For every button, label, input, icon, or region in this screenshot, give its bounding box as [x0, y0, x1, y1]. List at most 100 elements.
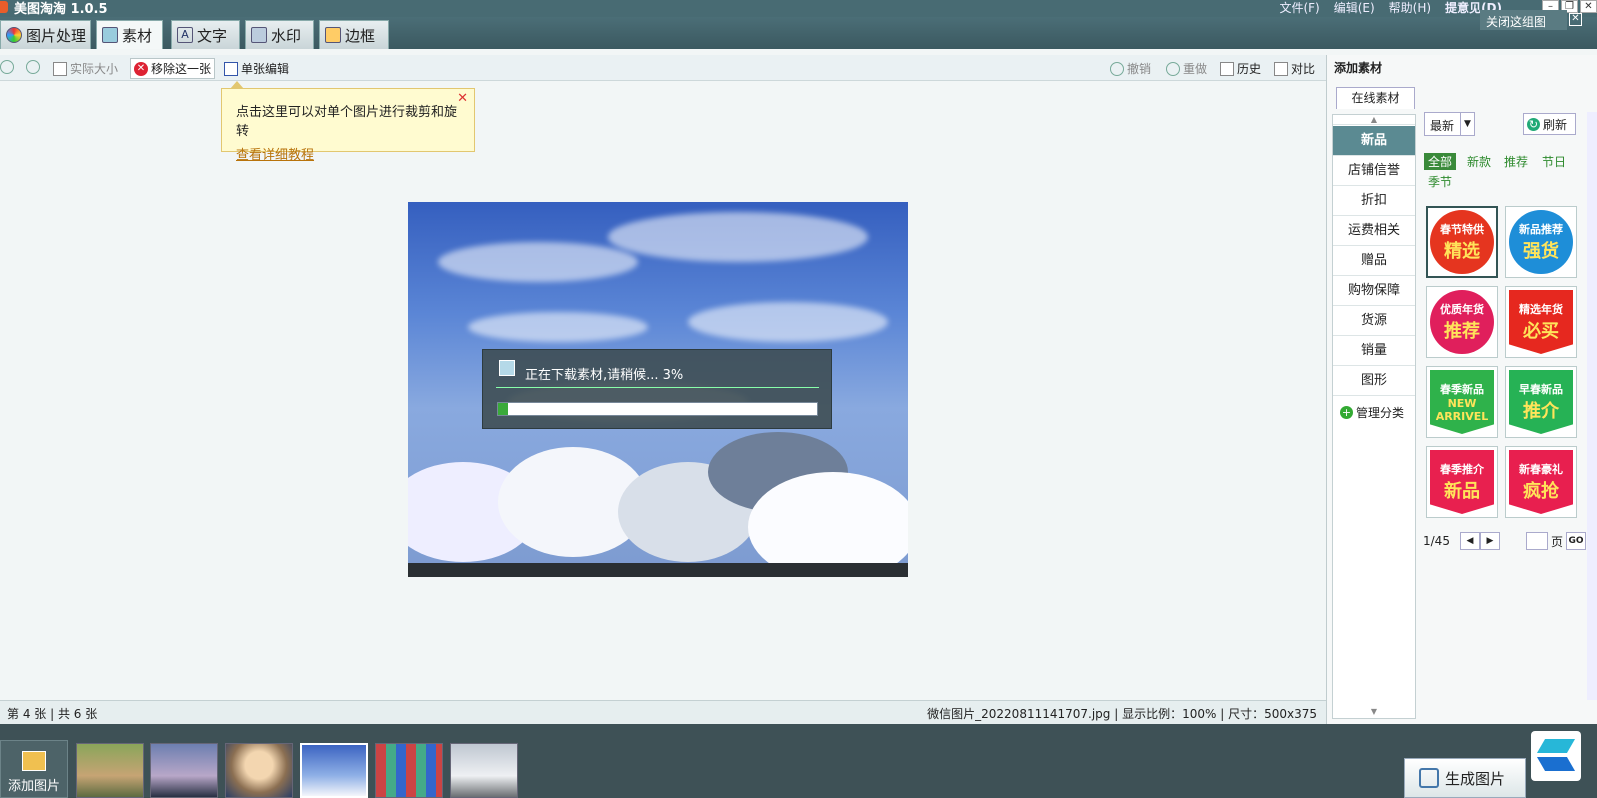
sticker-item[interactable]: 春季新品 NEW ARRIVEL — [1426, 366, 1498, 438]
thumbnail[interactable] — [450, 743, 518, 798]
generate-icon — [1419, 768, 1439, 788]
history-icon — [1220, 61, 1234, 76]
sticker-top-text: 新春豪礼 — [1519, 463, 1563, 476]
filter-recommend[interactable]: 推荐 — [1504, 153, 1528, 170]
sticker-item[interactable]: 优质年货 推荐 — [1426, 286, 1498, 358]
sticker-badge: 精选年货 必买 — [1509, 290, 1573, 354]
history-button[interactable]: 历史 — [1220, 60, 1261, 77]
tip-close-icon[interactable]: ✕ — [457, 91, 468, 106]
sticker-badge: 春季新品 NEW ARRIVEL — [1430, 370, 1494, 434]
download-icon — [499, 360, 515, 376]
mountain-ridge — [408, 563, 908, 577]
compare-button[interactable]: 对比 — [1274, 60, 1315, 77]
thumbnail[interactable] — [225, 743, 293, 798]
menu-edit[interactable]: 编辑(E) — [1334, 0, 1375, 16]
category-guarantee[interactable]: 购物保障 — [1333, 276, 1415, 306]
sticker-top-text: 春季新品 — [1440, 383, 1484, 396]
category-gift[interactable]: 赠品 — [1333, 246, 1415, 276]
sticker-item[interactable]: 早春新品 推介 — [1505, 366, 1577, 438]
refresh-button[interactable]: ↻ 刷新 — [1523, 113, 1576, 135]
sticker-top-text: 新品推荐 — [1519, 223, 1563, 236]
next-page-button[interactable]: ▶ — [1479, 532, 1500, 550]
sticker-top-text: 早春新品 — [1519, 383, 1563, 396]
sticker-item[interactable]: 新品推荐 强货 — [1505, 206, 1577, 278]
sticker-bottom-text: 疯抢 — [1523, 481, 1559, 502]
panel-scrollbar[interactable] — [1587, 112, 1597, 700]
tip-tutorial-link[interactable]: 查看详细教程 — [236, 144, 460, 163]
category-new[interactable]: 新品 — [1333, 126, 1415, 156]
download-status-text: 正在下载素材,请稍候... 3% — [525, 368, 684, 383]
redo-button[interactable]: 重做 — [1166, 60, 1207, 77]
tab-online-materials[interactable]: 在线素材 — [1336, 87, 1415, 109]
tab-image-processing[interactable]: 图片处理 — [0, 20, 91, 49]
sticker-bottom-text: 推介 — [1523, 401, 1559, 422]
scroll-down-icon[interactable]: ▼ — [1333, 705, 1415, 718]
sticker-item[interactable]: 春季推介 新品 — [1426, 446, 1498, 518]
zoom-out-icon — [26, 60, 40, 74]
compare-icon — [1274, 61, 1288, 76]
zoom-level: 显示比例：100% — [1122, 707, 1217, 721]
edit-icon — [224, 61, 238, 76]
tab-text[interactable]: A 文字 — [171, 20, 240, 49]
tab-watermark[interactable]: 水印 — [245, 20, 314, 49]
scroll-up-icon[interactable]: ▲ — [1333, 115, 1415, 125]
category-source[interactable]: 货源 — [1333, 306, 1415, 336]
download-dialog: 正在下载素材,请稍候... 3% — [482, 349, 832, 429]
sort-select[interactable]: 最新 ▼ — [1424, 112, 1475, 136]
filter-all[interactable]: 全部 — [1424, 153, 1457, 170]
zoom-out-button[interactable] — [26, 60, 40, 74]
remove-this-button[interactable]: ✕ 移除这一张 — [130, 58, 216, 79]
single-edit-button[interactable]: 单张编辑 — [224, 60, 289, 77]
sticker-bottom-text: 推荐 — [1444, 321, 1480, 342]
border-icon — [325, 27, 341, 43]
thumbnail[interactable] — [150, 743, 218, 798]
app-title: 美图淘淘 1.0.5 — [14, 2, 108, 17]
category-reputation[interactable]: 店铺信誉 — [1333, 156, 1415, 186]
watermark-icon — [251, 27, 267, 43]
filter-holiday[interactable]: 节日 — [1542, 153, 1566, 170]
sticker-bottom-text: 精选 — [1444, 241, 1480, 262]
sticker-badge: 春节特供 精选 — [1430, 210, 1494, 274]
material-icon — [102, 27, 118, 43]
close-group-button[interactable]: 关闭这组图 ✕ — [1480, 10, 1582, 30]
filter-season[interactable]: 季节 — [1428, 173, 1452, 190]
tab-materials[interactable]: 素材 — [96, 20, 163, 49]
undo-button[interactable]: 撤销 — [1110, 60, 1151, 77]
page-indicator: 1/45 — [1423, 534, 1450, 548]
sticker-text: 优质年货 推荐 — [1440, 301, 1484, 343]
sticker-item[interactable]: 春节特供 精选 — [1426, 206, 1498, 278]
panel-title: 添加素材 — [1334, 61, 1383, 75]
sticker-text: 新春豪礼 疯抢 — [1519, 461, 1563, 503]
prev-page-button[interactable]: ◀ — [1459, 532, 1480, 550]
category-shipping[interactable]: 运费相关 — [1333, 216, 1415, 246]
category-sales[interactable]: 销量 — [1333, 336, 1415, 366]
sticker-bottom-text: 新品 — [1444, 481, 1480, 502]
go-button[interactable]: GO — [1565, 532, 1586, 550]
thumbnail[interactable] — [375, 743, 443, 798]
manage-categories-button[interactable]: + 管理分类 — [1340, 404, 1404, 421]
sticker-item[interactable]: 精选年货 必买 — [1505, 286, 1577, 358]
thumbnail-active[interactable] — [300, 743, 368, 798]
filter-new[interactable]: 新款 — [1467, 153, 1491, 170]
menu-help[interactable]: 帮助(H) — [1389, 0, 1431, 16]
sticker-item[interactable]: 新春豪礼 疯抢 — [1505, 446, 1577, 518]
category-discount[interactable]: 折扣 — [1333, 186, 1415, 216]
download-progress-fill — [498, 403, 508, 415]
sticker-bottom-text: NEW ARRIVEL — [1435, 397, 1489, 423]
sticker-bottom-text: 必买 — [1523, 321, 1559, 342]
generate-image-button[interactable]: 生成图片 — [1404, 758, 1526, 798]
sticker-badge: 优质年货 推荐 — [1430, 290, 1494, 354]
close-window-button[interactable]: ✕ — [1580, 0, 1597, 13]
sticker-top-text: 精选年货 — [1519, 303, 1563, 316]
sticker-badge: 春季推介 新品 — [1430, 450, 1494, 514]
zoom-in-button[interactable] — [0, 60, 14, 74]
add-image-button[interactable]: 添加图片 — [0, 740, 68, 798]
category-shapes[interactable]: 图形 — [1333, 366, 1415, 396]
sticker-badge: 新春豪礼 疯抢 — [1509, 450, 1573, 514]
actual-size-button[interactable]: 实际大小 — [53, 60, 118, 77]
page-input[interactable] — [1525, 532, 1548, 550]
menu-file[interactable]: 文件(F) — [1279, 0, 1319, 16]
thumbnail[interactable] — [76, 743, 144, 798]
tab-border[interactable]: 边框 — [319, 20, 389, 49]
sticker-top-text: 优质年货 — [1440, 303, 1484, 316]
